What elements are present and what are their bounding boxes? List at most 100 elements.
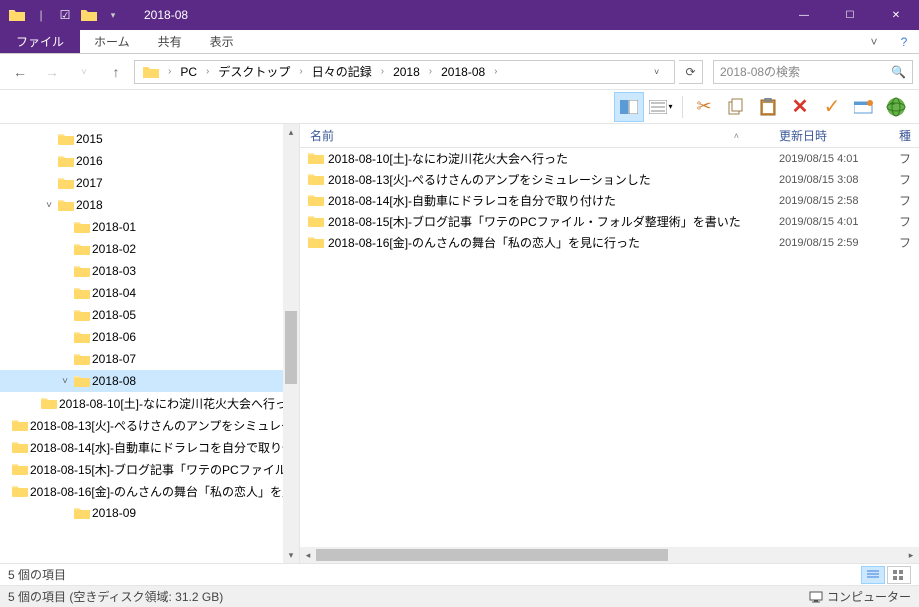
list-item[interactable]: 2018-08-15[木]-ブログ記事「ワテのPCファイル・フォルダ整理術」を書… [300, 211, 919, 232]
column-name[interactable]: 名前˄ [300, 127, 779, 144]
scroll-right-icon[interactable]: ▸ [903, 547, 919, 563]
chevron-right-icon[interactable]: › [426, 66, 435, 77]
tree-item[interactable]: 2016 [0, 150, 299, 172]
details-view-button[interactable] [861, 566, 885, 584]
cut-button[interactable]: ✂ [689, 92, 719, 122]
close-button[interactable]: ✕ [873, 0, 919, 30]
breadcrumb-desktop[interactable]: デスクトップ [212, 61, 296, 83]
details-pane-button[interactable]: ▾ [646, 92, 676, 122]
paste-button[interactable] [753, 92, 783, 122]
qat-separator: | [30, 4, 52, 26]
window-controls: — ☐ ✕ [781, 0, 919, 30]
back-button[interactable]: ← [6, 58, 34, 86]
scroll-thumb[interactable] [316, 549, 668, 561]
tree-item[interactable]: 2017 [0, 172, 299, 194]
tree-scrollbar[interactable]: ▴ ▾ [283, 124, 299, 563]
item-type: フ [899, 150, 919, 167]
tree-item[interactable]: 2018-03 [0, 260, 299, 282]
navigation-tree[interactable]: 201520162017˅20182018-012018-022018-0320… [0, 124, 300, 563]
breadcrumb-root-icon[interactable] [137, 61, 165, 83]
scroll-thumb[interactable] [285, 311, 297, 384]
tree-item[interactable]: 2018-08-16[金]-のんさんの舞台「私の恋人」を見に行った [0, 480, 299, 502]
breadcrumb-pc[interactable]: PC [174, 61, 203, 83]
forward-button[interactable]: → [38, 58, 66, 86]
item-date: 2019/08/15 4:01 [779, 216, 899, 228]
search-input[interactable]: 2018-08の検索 🔍 [713, 60, 913, 84]
list-item[interactable]: 2018-08-13[火]-ぺるけさんのアンプをシミュレーションした2019/0… [300, 169, 919, 190]
tree-item[interactable]: 2015 [0, 128, 299, 150]
tree-item[interactable]: ˅ 2018 [0, 194, 299, 216]
breadcrumb-2018[interactable]: 2018 [387, 61, 426, 83]
column-headers: 名前˄ 更新日時 種 [300, 124, 919, 148]
breadcrumb-2018-08[interactable]: 2018-08 [435, 61, 491, 83]
tree-item-label: 2018-01 [92, 220, 136, 234]
up-button[interactable]: ↑ [102, 58, 130, 86]
expander-icon[interactable]: ˅ [42, 200, 56, 211]
view-tab[interactable]: 表示 [196, 30, 248, 53]
chevron-right-icon[interactable]: › [378, 66, 387, 77]
expander-icon[interactable]: ˅ [58, 376, 72, 387]
folder-icon [6, 4, 28, 26]
new-folder-icon[interactable] [78, 4, 100, 26]
folder-icon [12, 439, 28, 456]
minimize-button[interactable]: — [781, 0, 827, 30]
tree-item[interactable]: 2018-02 [0, 238, 299, 260]
column-type[interactable]: 種 [899, 127, 919, 144]
tree-item[interactable]: 2018-05 [0, 304, 299, 326]
list-h-scrollbar[interactable]: ◂ ▸ [300, 547, 919, 563]
scroll-left-icon[interactable]: ◂ [300, 547, 316, 563]
status-bar-detail: 5 個の項目 (空きディスク領域: 31.2 GB) コンピューター [0, 585, 919, 607]
icons-view-button[interactable] [887, 566, 911, 584]
scroll-down-icon[interactable]: ▾ [283, 547, 299, 563]
tree-item[interactable]: 2018-08-14[水]-自動車にドラレコを自分で取り付けた [0, 436, 299, 458]
maximize-button[interactable]: ☐ [827, 0, 873, 30]
item-name: 2018-08-16[金]-のんさんの舞台「私の恋人」を見に行った [328, 234, 640, 251]
tree-item[interactable]: ˅2018-08 [0, 370, 299, 392]
column-date[interactable]: 更新日時 [779, 127, 899, 144]
chevron-right-icon[interactable]: › [296, 66, 305, 77]
tree-item[interactable]: 2018-01 [0, 216, 299, 238]
rename-button[interactable]: ✓ [817, 92, 847, 122]
breadcrumb[interactable]: › PC › デスクトップ › 日々の記録 › 2018 › 2018-08 ›… [134, 60, 675, 84]
list-item[interactable]: 2018-08-10[土]-なにわ淀川花火大会へ行った2019/08/15 4:… [300, 148, 919, 169]
sort-arrow-icon: ˄ [734, 131, 739, 141]
delete-button[interactable]: ✕ [785, 92, 815, 122]
ribbon-collapse-icon[interactable]: ˅ [859, 30, 889, 53]
tree-item[interactable]: 2018-04 [0, 282, 299, 304]
breadcrumb-dropdown-icon[interactable]: ˅ [654, 67, 672, 77]
refresh-button[interactable]: ⟳ [679, 60, 703, 84]
properties-icon[interactable]: ☑ [54, 4, 76, 26]
titlebar: | ☑ ▾ 2018-08 — ☐ ✕ [0, 0, 919, 30]
tree-item[interactable]: 2018-08-13[火]-ぺるけさんのアンプをシミュレーションした [0, 414, 299, 436]
preview-pane-button[interactable] [614, 92, 644, 122]
breadcrumb-diary[interactable]: 日々の記録 [306, 61, 378, 83]
chevron-right-icon[interactable]: › [165, 66, 174, 77]
folder-icon [58, 197, 74, 214]
tree-item[interactable]: 2018-09 [0, 502, 299, 524]
chevron-right-icon[interactable]: › [491, 66, 500, 77]
help-icon[interactable]: ? [889, 30, 919, 53]
file-tab[interactable]: ファイル [0, 30, 80, 53]
tree-item[interactable]: 2018-06 [0, 326, 299, 348]
recent-dropdown-icon[interactable]: ˅ [70, 58, 98, 86]
tree-item-label: 2017 [76, 176, 103, 190]
tree-item[interactable]: 2018-07 [0, 348, 299, 370]
folder-icon [12, 461, 28, 478]
file-list-body[interactable]: 2018-08-10[土]-なにわ淀川花火大会へ行った2019/08/15 4:… [300, 148, 919, 547]
properties-button[interactable] [849, 92, 879, 122]
chevron-right-icon[interactable]: › [203, 66, 212, 77]
tree-item-label: 2018 [76, 198, 103, 212]
tree-item[interactable]: 2018-08-15[木]-ブログ記事「ワテのPCファイル・フォルダ整理術」を書… [0, 458, 299, 480]
list-item[interactable]: 2018-08-14[水]-自動車にドラレコを自分で取り付けた2019/08/1… [300, 190, 919, 211]
globe-button[interactable] [881, 92, 911, 122]
home-tab[interactable]: ホーム [80, 30, 144, 53]
folder-icon [41, 395, 57, 412]
item-date: 2019/08/15 2:58 [779, 195, 899, 207]
list-item[interactable]: 2018-08-16[金]-のんさんの舞台「私の恋人」を見に行った2019/08… [300, 232, 919, 253]
tree-item[interactable]: 2018-08-10[土]-なにわ淀川花火大会へ行った [0, 392, 299, 414]
qat-dropdown-icon[interactable]: ▾ [102, 4, 124, 26]
folder-icon [74, 505, 90, 522]
copy-button[interactable] [721, 92, 751, 122]
scroll-up-icon[interactable]: ▴ [283, 124, 299, 140]
share-tab[interactable]: 共有 [144, 30, 196, 53]
